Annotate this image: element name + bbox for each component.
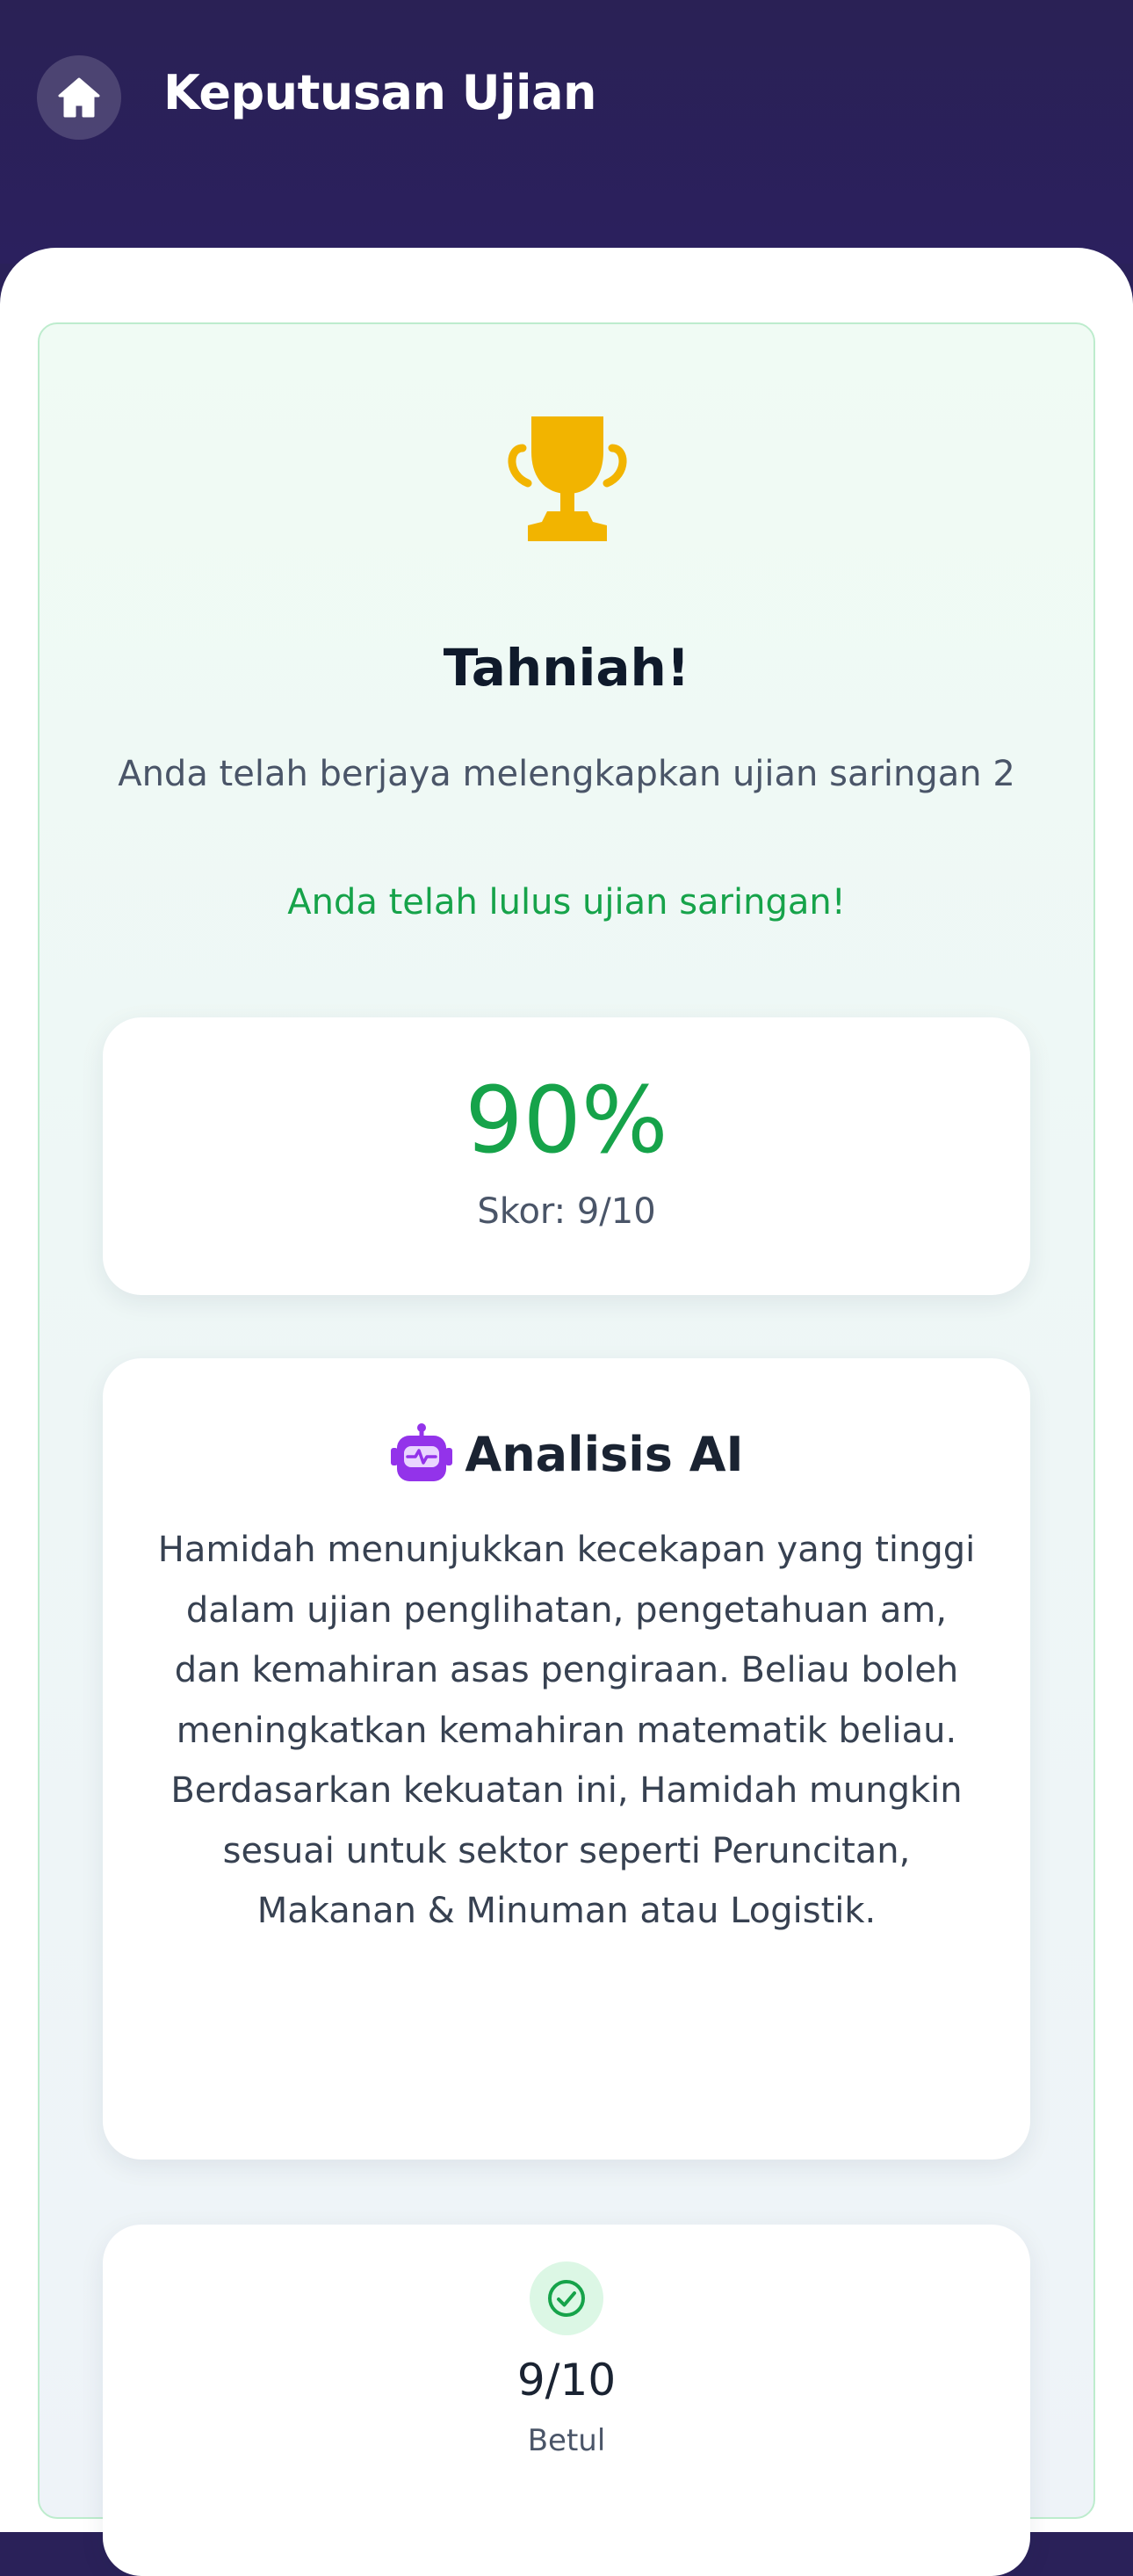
correct-answers-card: 9/10 Betul bbox=[103, 2225, 1030, 2576]
app-header: Keputusan Ujian bbox=[0, 0, 1133, 264]
correct-count: 9/10 bbox=[516, 2355, 617, 2406]
score-percentage: 90% bbox=[465, 1067, 668, 1174]
score-text: Skor: 9/10 bbox=[477, 1191, 656, 1232]
ai-analysis-header: Analisis AI bbox=[103, 1422, 1030, 1487]
congratulations-title: Tahniah! bbox=[443, 638, 690, 698]
ai-analysis-title: Analisis AI bbox=[465, 1426, 744, 1482]
home-button[interactable] bbox=[37, 55, 121, 140]
trophy-icon bbox=[508, 416, 627, 541]
correct-label: Betul bbox=[527, 2423, 606, 2458]
ai-analysis-card: Analisis AI Hamidah menunjukkan kecekapa… bbox=[103, 1358, 1030, 2160]
score-card: 90% Skor: 9/10 bbox=[103, 1017, 1030, 1295]
check-circle-badge bbox=[530, 2261, 603, 2335]
page-title: Keputusan Ujian bbox=[163, 65, 596, 120]
check-circle-icon bbox=[548, 2280, 585, 2317]
pass-message: Anda telah lulus ujian saringan! bbox=[287, 882, 846, 923]
home-icon bbox=[58, 77, 100, 118]
ai-analysis-text: Hamidah menunjukkan kecekapan yang tingg… bbox=[157, 1530, 976, 1931]
robot-icon bbox=[391, 1423, 453, 1481]
completion-message: Anda telah berjaya melengkapkan ujian sa… bbox=[118, 754, 1015, 794]
